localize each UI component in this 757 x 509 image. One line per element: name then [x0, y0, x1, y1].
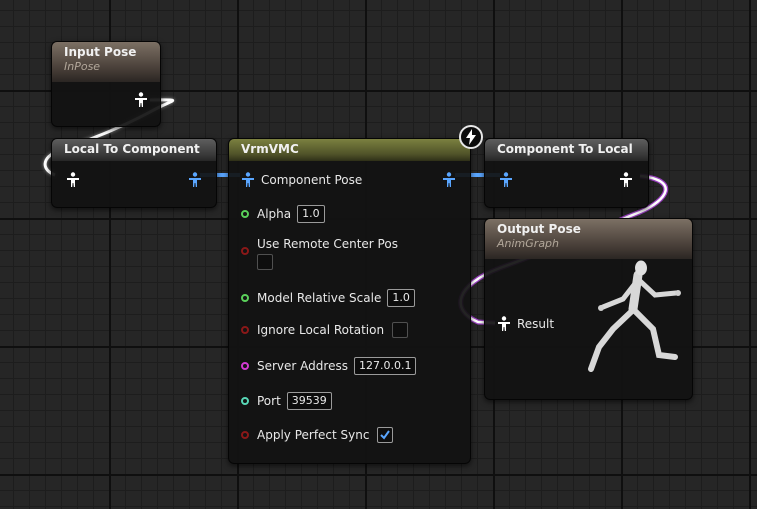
checkmark-icon — [380, 430, 391, 440]
pose-output-pin-icon[interactable] — [619, 172, 633, 188]
input-pose-title: Input Pose — [64, 45, 137, 59]
input-pose-node[interactable]: Input Pose InPose — [51, 41, 161, 127]
use-remote-center-pos-label: Use Remote Center Pos — [257, 237, 398, 251]
local-to-component-node[interactable]: Local To Component — [51, 138, 217, 208]
alpha-row: Alpha 1.0 — [241, 205, 325, 223]
model-relative-scale-pin[interactable] — [241, 294, 249, 302]
output-pose-header[interactable]: Output Pose AnimGraph — [485, 219, 692, 259]
port-label: Port — [257, 394, 281, 408]
result-pose-pin-icon[interactable] — [497, 316, 511, 332]
component-to-local-node[interactable]: Component To Local — [484, 138, 649, 208]
vrmvmc-header[interactable]: VrmVMC — [229, 139, 470, 161]
server-address-pin[interactable] — [241, 362, 249, 370]
input-pose-header[interactable]: Input Pose InPose — [52, 42, 160, 82]
ignore-local-rotation-pin[interactable] — [241, 326, 249, 334]
use-remote-center-pos-pin[interactable] — [241, 247, 249, 255]
port-input[interactable]: 39539 — [286, 392, 332, 410]
pose-input-pin-icon[interactable] — [66, 172, 80, 188]
component-pose-output-pin-icon[interactable] — [442, 172, 456, 188]
component-pose-output-pin-icon[interactable] — [188, 172, 202, 188]
model-relative-scale-label: Model Relative Scale — [257, 291, 382, 305]
server-address-label: Server Address — [257, 359, 348, 373]
alpha-pin[interactable] — [241, 210, 249, 218]
apply-perfect-sync-label: Apply Perfect Sync — [257, 428, 370, 442]
vrmvmc-node[interactable]: VrmVMC Component Pose Alpha 1.0 Use Remo… — [228, 138, 471, 464]
server-address-row: Server Address 127.0.0.1 — [241, 357, 417, 375]
pose-output-pin-icon[interactable] — [134, 92, 148, 108]
lightning-bolt-icon — [459, 125, 483, 149]
component-pose-input-pin-icon[interactable] — [499, 172, 513, 188]
model-relative-scale-input[interactable]: 1.0 — [387, 289, 415, 307]
use-remote-center-pos-row: Use Remote Center Pos — [241, 237, 398, 273]
server-address-input[interactable]: 127.0.0.1 — [353, 357, 417, 375]
mannequin-running-icon — [588, 260, 681, 372]
output-pose-node[interactable]: Output Pose AnimGraph Result — [484, 218, 693, 400]
output-pose-title: Output Pose — [497, 222, 581, 236]
alpha-input[interactable]: 1.0 — [297, 205, 325, 223]
component-pose-row: Component Pose — [241, 172, 362, 188]
result-row: Result — [497, 316, 554, 332]
apply-perfect-sync-pin[interactable] — [241, 431, 249, 439]
component-pose-label: Component Pose — [261, 173, 363, 187]
component-pose-input-pin-icon[interactable] — [241, 172, 255, 188]
input-pose-subtitle: InPose — [64, 60, 101, 73]
alpha-label: Alpha — [257, 207, 292, 221]
result-label: Result — [517, 317, 555, 331]
output-pose-subtitle: AnimGraph — [497, 237, 560, 250]
ignore-local-rotation-checkbox[interactable] — [392, 322, 409, 338]
apply-perfect-sync-checkbox[interactable] — [377, 427, 394, 443]
ignore-local-rotation-label: Ignore Local Rotation — [257, 323, 385, 337]
port-row: Port 39539 — [241, 392, 332, 410]
component-to-local-header[interactable]: Component To Local — [485, 139, 648, 161]
model-relative-scale-row: Model Relative Scale 1.0 — [241, 289, 415, 307]
ignore-local-rotation-row: Ignore Local Rotation — [241, 322, 409, 338]
port-pin[interactable] — [241, 397, 249, 405]
local-to-component-header[interactable]: Local To Component — [52, 139, 216, 161]
use-remote-center-pos-checkbox[interactable] — [257, 254, 273, 270]
apply-perfect-sync-row: Apply Perfect Sync — [241, 427, 394, 443]
